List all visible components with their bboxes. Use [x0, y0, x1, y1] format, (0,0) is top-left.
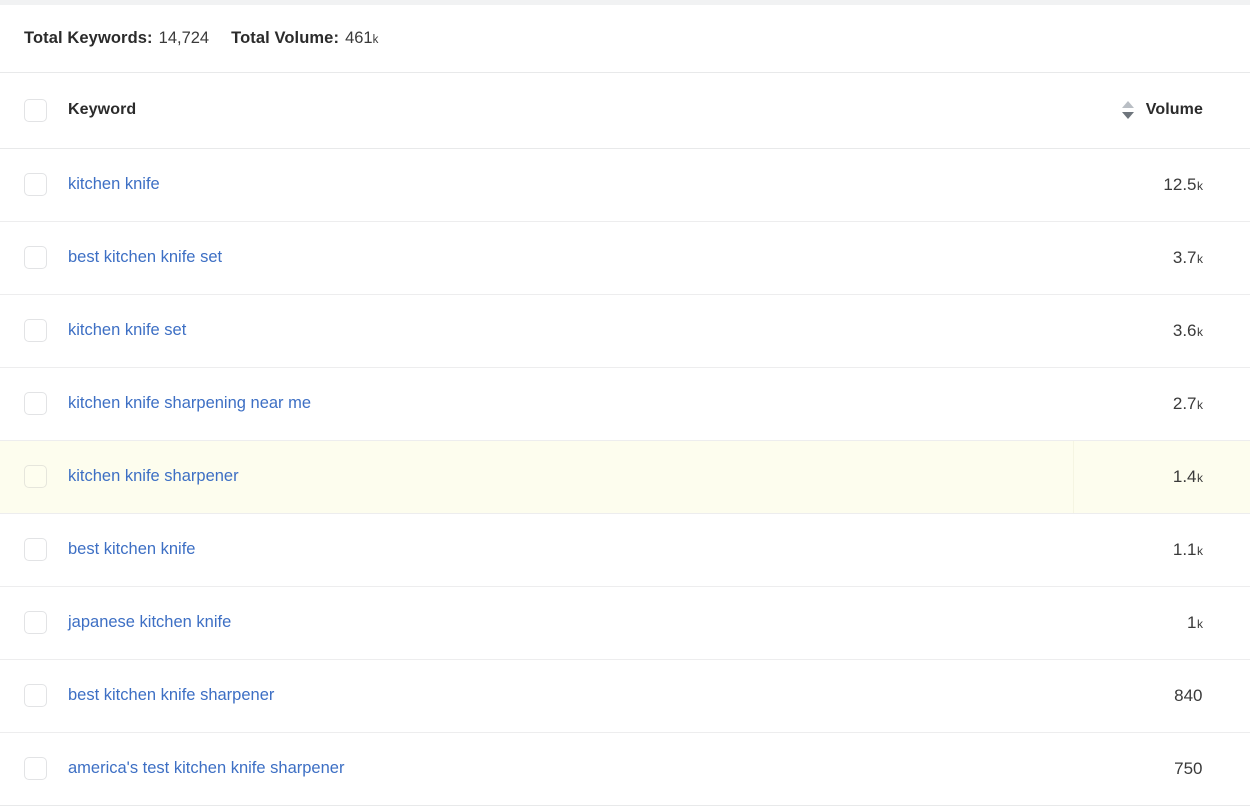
total-keywords-group: Total Keywords: 14,724 — [24, 29, 209, 48]
keyword-link[interactable]: best kitchen knife set — [68, 248, 222, 266]
volume-value: 12.5 — [1163, 175, 1196, 194]
volume-value: 1 — [1187, 613, 1196, 632]
sort-ascending-arrow-icon — [1122, 101, 1134, 108]
keyword-cell: best kitchen knife — [68, 513, 1073, 586]
volume-suffix: k — [1197, 617, 1203, 631]
volume-value: 1.4 — [1173, 467, 1197, 486]
volume-cell: 3.6k — [1073, 294, 1250, 367]
volume-cell: 840 — [1073, 659, 1250, 732]
keyword-cell: kitchen knife set — [68, 294, 1073, 367]
row-select-cell — [0, 367, 68, 440]
row-select-cell — [0, 148, 68, 221]
total-keywords-label: Total Keywords: — [24, 29, 153, 48]
row-select-cell — [0, 659, 68, 732]
volume-value: 3.6 — [1173, 321, 1197, 340]
row-select-checkbox[interactable] — [24, 684, 47, 707]
volume-cell: 1.4k — [1073, 440, 1250, 513]
keyword-cell: kitchen knife sharpener — [68, 440, 1073, 513]
volume-suffix: k — [1197, 471, 1203, 485]
keyword-cell: kitchen knife — [68, 148, 1073, 221]
keyword-cell: america's test kitchen knife sharpener — [68, 732, 1073, 805]
row-select-checkbox[interactable] — [24, 173, 47, 196]
sort-updown-icon[interactable] — [1122, 101, 1134, 119]
row-select-checkbox[interactable] — [24, 757, 47, 780]
table-row[interactable]: best kitchen knife 1.1k — [0, 513, 1250, 586]
table-header-row: Keyword Volume — [0, 73, 1250, 148]
select-all-cell — [0, 73, 68, 148]
column-header-keyword-label: Keyword — [68, 101, 136, 118]
table-row[interactable]: japanese kitchen knife 1k — [0, 586, 1250, 659]
volume-value: 840 — [1174, 686, 1202, 705]
sort-descending-arrow-icon — [1122, 112, 1134, 119]
row-select-cell — [0, 221, 68, 294]
keyword-cell: best kitchen knife sharpener — [68, 659, 1073, 732]
total-keywords-value: 14,724 — [159, 29, 209, 48]
row-select-cell — [0, 294, 68, 367]
table-head: Keyword Volume — [0, 73, 1250, 148]
keyword-cell: best kitchen knife set — [68, 221, 1073, 294]
table-row[interactable]: kitchen knife sharpening near me 2.7k — [0, 367, 1250, 440]
total-volume-group: Total Volume: 461k — [231, 29, 378, 48]
volume-cell: 2.7k — [1073, 367, 1250, 440]
keyword-cell: japanese kitchen knife — [68, 586, 1073, 659]
total-volume-suffix: k — [373, 34, 379, 46]
volume-value: 1.1 — [1173, 540, 1197, 559]
row-select-cell — [0, 732, 68, 805]
table-row[interactable]: kitchen knife sharpener 1.4k — [0, 440, 1250, 513]
volume-suffix: k — [1197, 398, 1203, 412]
volume-cell: 1.1k — [1073, 513, 1250, 586]
volume-cell: 12.5k — [1073, 148, 1250, 221]
table-row[interactable]: best kitchen knife set 3.7k — [0, 221, 1250, 294]
summary-bar: Total Keywords: 14,724 Total Volume: 461… — [0, 5, 1250, 73]
volume-suffix: k — [1197, 179, 1203, 193]
row-select-cell — [0, 440, 68, 513]
total-volume-value: 461k — [345, 29, 378, 48]
keyword-link[interactable]: best kitchen knife sharpener — [68, 686, 274, 704]
volume-value: 3.7 — [1173, 248, 1197, 267]
keyword-link[interactable]: kitchen knife sharpener — [68, 467, 239, 485]
total-volume-number: 461 — [345, 29, 373, 47]
row-select-checkbox[interactable] — [24, 465, 47, 488]
select-all-checkbox[interactable] — [24, 99, 47, 122]
keyword-link[interactable]: kitchen knife — [68, 175, 160, 193]
row-select-cell — [0, 513, 68, 586]
table-body: kitchen knife12.5kbest kitchen knife set… — [0, 148, 1250, 805]
keywords-panel: Total Keywords: 14,724 Total Volume: 461… — [0, 5, 1250, 806]
volume-suffix: k — [1197, 325, 1203, 339]
keyword-link[interactable]: japanese kitchen knife — [68, 613, 231, 631]
keyword-link[interactable]: kitchen knife sharpening near me — [68, 394, 311, 412]
table-row[interactable]: kitchen knife 12.5k — [0, 148, 1250, 221]
column-header-volume-label: Volume — [1146, 101, 1203, 119]
keywords-table: Keyword Volume kitchen knife12.5kbest ki… — [0, 73, 1250, 806]
volume-value: 750 — [1174, 759, 1202, 778]
row-select-checkbox[interactable] — [24, 538, 47, 561]
keyword-link[interactable]: kitchen knife set — [68, 321, 186, 339]
total-volume-label: Total Volume: — [231, 29, 339, 48]
volume-suffix: k — [1197, 544, 1203, 558]
volume-suffix: k — [1197, 252, 1203, 266]
row-select-checkbox[interactable] — [24, 246, 47, 269]
volume-cell: 1k — [1073, 586, 1250, 659]
panel-bottom-divider — [0, 805, 1250, 806]
keyword-cell: kitchen knife sharpening near me — [68, 367, 1073, 440]
keyword-link[interactable]: america's test kitchen knife sharpener — [68, 759, 344, 777]
column-header-volume[interactable]: Volume — [1073, 73, 1250, 148]
row-select-checkbox[interactable] — [24, 319, 47, 342]
table-row[interactable]: best kitchen knife sharpener 840 — [0, 659, 1250, 732]
volume-cell: 3.7k — [1073, 221, 1250, 294]
volume-cell: 750 — [1073, 732, 1250, 805]
table-row[interactable]: america's test kitchen knife sharpener 75… — [0, 732, 1250, 805]
row-select-cell — [0, 586, 68, 659]
keyword-link[interactable]: best kitchen knife — [68, 540, 196, 558]
volume-value: 2.7 — [1173, 394, 1197, 413]
row-select-checkbox[interactable] — [24, 392, 47, 415]
table-row[interactable]: kitchen knife set 3.6k — [0, 294, 1250, 367]
row-select-checkbox[interactable] — [24, 611, 47, 634]
column-header-keyword[interactable]: Keyword — [68, 73, 1073, 148]
